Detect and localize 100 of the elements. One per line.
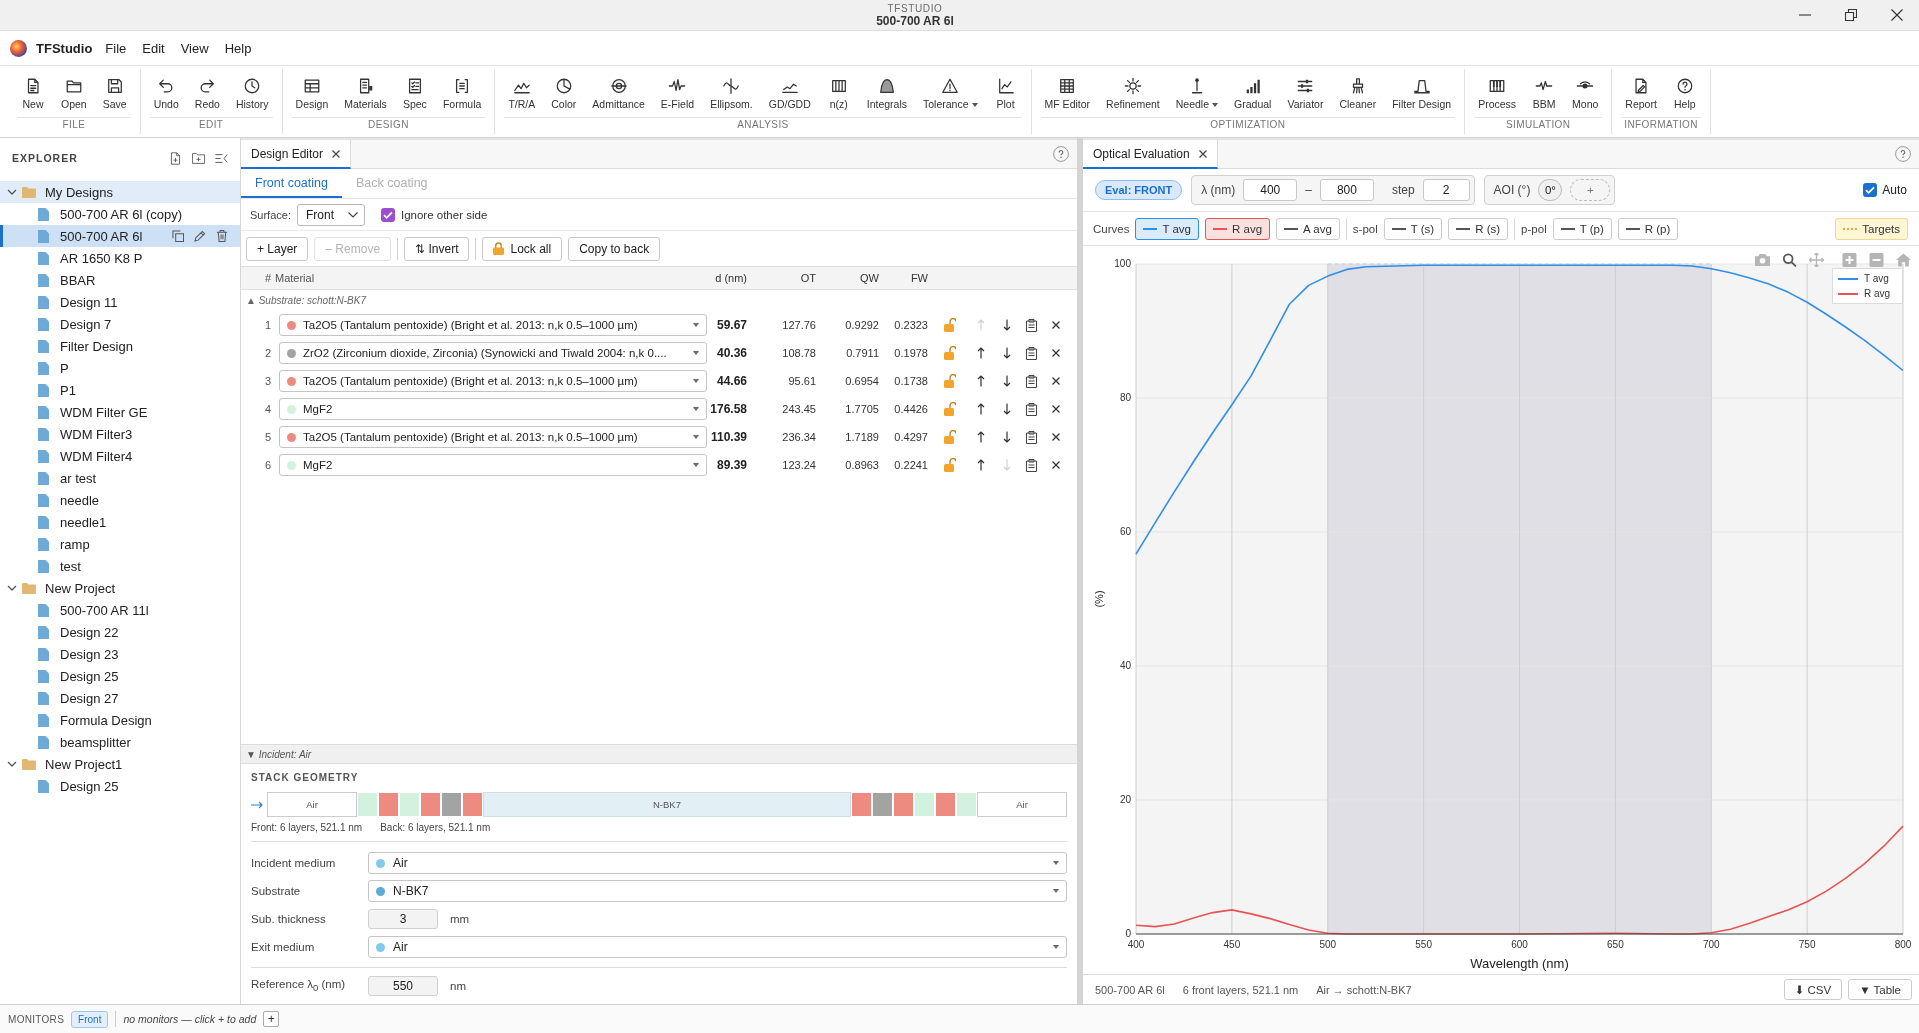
tree-item[interactable]: Design 23 (0, 643, 240, 665)
down-arrow-icon[interactable] (1002, 403, 1011, 415)
toolbar-button[interactable]: Refinement (1098, 73, 1168, 115)
tree-item[interactable]: Design 25 (0, 775, 240, 797)
material-select[interactable]: MgF2 (279, 398, 707, 420)
toolbar-button[interactable]: New (13, 73, 53, 115)
number-field[interactable]: 800 (1319, 179, 1374, 201)
tree-item[interactable]: needle (0, 489, 240, 511)
padlock-icon[interactable] (943, 458, 956, 472)
cross-icon[interactable] (1052, 349, 1060, 357)
chevron-icon[interactable] (7, 187, 17, 197)
tab[interactable]: Optical Evaluation (1083, 140, 1218, 169)
add-angle-button[interactable]: + (1570, 179, 1611, 201)
restore-icon[interactable] (1845, 9, 1857, 21)
toolbar-button[interactable]: Ellipsom. (702, 73, 761, 115)
up-arrow-icon[interactable] (977, 347, 985, 359)
padlock-icon[interactable] (943, 430, 956, 444)
padlock-icon[interactable] (943, 318, 956, 332)
help-icon[interactable] (1053, 146, 1069, 162)
tree-item[interactable]: needle1 (0, 511, 240, 533)
clipboard-icon[interactable] (1025, 430, 1037, 444)
toolbar-button[interactable]: Open (53, 73, 95, 115)
action-button[interactable]: Copy to back (568, 236, 661, 261)
search-icon[interactable] (1782, 253, 1797, 267)
padlock-icon[interactable] (943, 402, 956, 416)
curve-toggle[interactable]: R (s) (1448, 217, 1509, 240)
surface-select[interactable]: Front (296, 203, 365, 226)
curve-toggle[interactable]: R (p) (1617, 217, 1679, 240)
material-select[interactable]: Ta2O5 (Tantalum pentoxide) (Bright et al. 2013: n,k 0.5–1000 µm) (279, 370, 707, 392)
tree-item[interactable]: WDM Filter3 (0, 423, 240, 445)
down-arrow-icon[interactable] (1002, 375, 1011, 387)
tree-item[interactable]: Design 25 (0, 665, 240, 687)
toolbar-button[interactable]: MF Editor (1036, 73, 1099, 115)
up-arrow-icon[interactable] (977, 375, 985, 387)
number-field[interactable]: 3 (368, 909, 438, 929)
clipboard-icon[interactable] (1025, 402, 1037, 416)
toolbar-button[interactable]: Help (1664, 73, 1705, 115)
toolbar-button[interactable]: Tolerance (915, 73, 986, 115)
tree-item[interactable]: Design 27 (0, 687, 240, 709)
toolbar-button[interactable]: Redo (186, 73, 228, 115)
tree-item[interactable]: WDM Filter GE (0, 401, 240, 423)
toolbar-button[interactable]: Plot (985, 73, 1026, 115)
checkbox[interactable] (1863, 183, 1878, 197)
cross-icon[interactable] (1052, 377, 1060, 385)
tree-item[interactable]: P1 (0, 379, 240, 401)
cross-icon[interactable] (1052, 321, 1060, 329)
toolbar-button[interactable]: E-Field (652, 73, 703, 115)
tree-item[interactable]: New Project (0, 577, 240, 599)
close-icon[interactable] (1198, 149, 1207, 158)
toolbar-button[interactable]: Report (1617, 73, 1665, 115)
close-icon[interactable] (1891, 9, 1903, 21)
toolbar-button[interactable]: Save (94, 73, 135, 115)
tree-item[interactable]: 500-700 AR 6l (copy) (0, 203, 240, 225)
new-folder-icon[interactable] (192, 151, 205, 165)
toolbar-button[interactable]: Integrals (858, 73, 915, 115)
action-button[interactable]: ⇅ Invert (404, 236, 470, 261)
menu-item[interactable]: View (172, 37, 217, 59)
help-icon[interactable] (1895, 146, 1911, 162)
toolbar-button[interactable]: GD/GDD (760, 73, 819, 115)
padlock-icon[interactable] (943, 374, 956, 388)
toolbar-button[interactable]: Color (543, 73, 585, 115)
medium-select[interactable]: Air (368, 936, 1067, 958)
cross-icon[interactable] (1052, 433, 1060, 441)
toolbar-button[interactable]: Spec (394, 73, 435, 115)
tree-item[interactable]: Design 11 (0, 291, 240, 313)
menu-item[interactable]: Edit (134, 37, 173, 59)
toolbar-button[interactable]: History (227, 73, 277, 115)
toolbar-button[interactable]: Admittance (584, 73, 653, 115)
tree-item[interactable]: Design 22 (0, 621, 240, 643)
material-select[interactable]: Ta2O5 (Tantalum pentoxide) (Bright et al. 2013: n,k 0.5–1000 µm) (279, 426, 707, 448)
tree-item[interactable]: My Designs (0, 181, 240, 203)
tree-item[interactable]: Design 7 (0, 313, 240, 335)
curve-toggle[interactable]: T (s) (1383, 217, 1443, 240)
material-select[interactable]: ZrO2 (Zirconium dioxide, Zirconia) (Synowicki and Tiwald 2004: n,k 0.... (279, 342, 707, 364)
material-select[interactable]: MgF2 (279, 454, 707, 476)
footer-button[interactable]: ▼ Table (1848, 979, 1912, 1000)
clipboard-icon[interactable] (1025, 458, 1037, 472)
pencil-icon[interactable] (194, 230, 206, 242)
tree-item[interactable]: test (0, 555, 240, 577)
medium-select[interactable]: Air (368, 852, 1067, 874)
tree-item[interactable]: WDM Filter4 (0, 445, 240, 467)
curve-toggle[interactable]: T (p) (1552, 217, 1612, 240)
toolbar-button[interactable]: Formula (434, 73, 490, 115)
menu-item[interactable]: File (97, 37, 135, 59)
down-arrow-icon[interactable] (1002, 431, 1011, 443)
toolbar-button[interactable]: Filter Design (1384, 73, 1460, 115)
trash-icon[interactable] (216, 230, 228, 242)
clipboard-icon[interactable] (1025, 346, 1037, 360)
toolbar-button[interactable]: Undo (145, 73, 187, 115)
tree-item[interactable]: 500-700 AR 11l (0, 599, 240, 621)
new-file-icon[interactable] (169, 151, 182, 165)
tree-item[interactable]: Filter Design (0, 335, 240, 357)
down-arrow-icon[interactable] (1002, 347, 1011, 359)
toolbar-button[interactable]: n(z) (818, 73, 859, 115)
tree-item[interactable]: Formula Design (0, 709, 240, 731)
curve-toggle[interactable]: A avg (1276, 217, 1340, 240)
tab[interactable]: Design Editor (241, 140, 352, 169)
padlock-icon[interactable] (943, 346, 956, 360)
action-button[interactable]: + Layer (246, 236, 309, 261)
toolbar-button[interactable]: Cleaner (1331, 73, 1385, 115)
